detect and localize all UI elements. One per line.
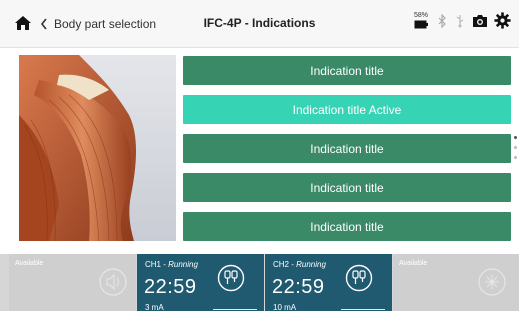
status-icons: 58% (412, 12, 511, 29)
indication-list: Indication title Indication title Active… (183, 56, 511, 251)
channel-slot-ch1[interactable]: CH1 - Running 22:59 3 mA (137, 254, 264, 312)
slot-status-label: Available (399, 260, 428, 267)
channel-slot-ch2[interactable]: CH2 - Running 22:59 10 mA (265, 254, 392, 312)
body-part-image (19, 55, 176, 241)
indication-item[interactable]: Indication title (183, 56, 511, 85)
page-indicator (514, 136, 517, 166)
indication-item[interactable]: Indication title (183, 212, 511, 241)
channel-bar: Available CH1 - Running 22:59 3 mA CH2 -… (0, 254, 519, 312)
channel-label: CH1 - Running (145, 260, 198, 269)
battery-percent: 58% (413, 12, 428, 19)
top-bar: Body part selection IFC-4P - Indications… (0, 0, 519, 48)
camera-icon[interactable] (472, 14, 488, 28)
usb-icon (456, 14, 464, 27)
channel-progress (341, 309, 385, 310)
electrode-pad-icon[interactable] (345, 264, 373, 292)
gear-icon[interactable] (494, 12, 511, 29)
indication-item[interactable]: Indication title (183, 173, 511, 202)
channel-slot-available-left[interactable]: Available (9, 254, 136, 311)
speaker-icon (99, 268, 127, 296)
channel-status: Running (296, 260, 326, 269)
battery-icon (414, 20, 428, 29)
channel-timer: 22:59 (272, 276, 325, 298)
indication-item[interactable]: Indication title (183, 134, 511, 163)
channel-slot-available-right[interactable]: Available (393, 254, 519, 311)
bluetooth-icon (438, 13, 446, 28)
slot-status-label: Available (15, 260, 44, 267)
page-dot (514, 136, 517, 139)
channel-status: Running (168, 260, 198, 269)
channel-label: CH2 - Running (273, 260, 326, 269)
battery-indicator: 58% (412, 12, 430, 29)
page-dot (514, 156, 517, 159)
electrode-pad-icon[interactable] (217, 264, 245, 292)
page-dot (514, 146, 517, 149)
shoulder-muscles-illustration (19, 55, 176, 241)
channel-progress (213, 309, 257, 310)
channel-timer: 22:59 (144, 276, 197, 298)
sparkle-icon (478, 268, 506, 296)
indication-item-active[interactable]: Indication title Active (183, 95, 511, 124)
